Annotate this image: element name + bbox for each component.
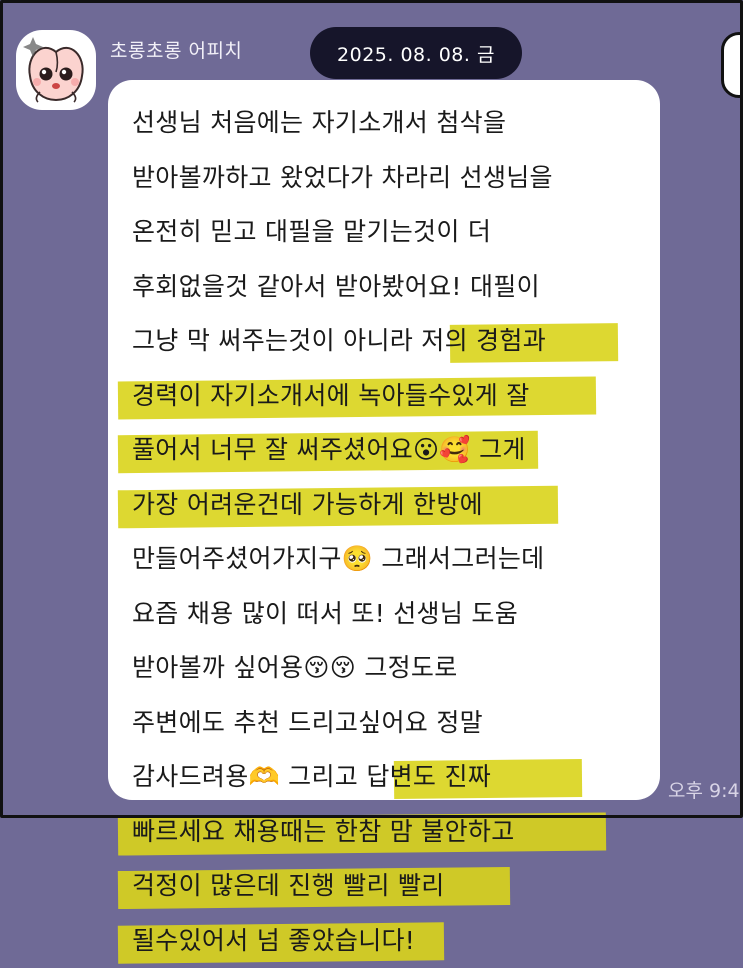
message-line: 만들어주셨어가지구🥺 그래서그러는데 — [132, 532, 553, 587]
apeach-character-icon — [16, 30, 96, 110]
message-line: 온전히 믿고 대필을 맡기는것이 더 — [132, 205, 553, 260]
message-line: 그냥 막 써주는것이 아니라 저의 경험과 — [132, 314, 553, 369]
message-time: 오후 9:4 — [668, 776, 740, 803]
profile-avatar[interactable] — [16, 30, 96, 110]
right-partial-bubble — [721, 32, 743, 98]
message-line: 주변에도 추천 드리고싶어요 정말 — [132, 696, 553, 751]
message-line: 선생님 처음에는 자기소개서 첨삭을 — [132, 96, 553, 151]
message-text: 선생님 처음에는 자기소개서 첨삭을 받아볼까하고 왔었다가 차라리 선생님을 … — [132, 96, 553, 968]
message-line: 받아볼까 싶어용😚😚 그정도로 — [132, 641, 553, 696]
message-line: 후회없을것 같아서 받아봤어요! 대필이 — [132, 260, 553, 315]
message-line: 요즘 채용 많이 떠서 또! 선생님 도움 — [132, 587, 553, 642]
date-label: 2025. 08. 08. 금 — [337, 40, 495, 67]
sender-name: 초롱초롱 어피치 — [110, 36, 242, 63]
message-line: 될수있어서 넘 좋았습니다! — [132, 914, 553, 968]
message-line: 풀어서 너무 잘 써주셨어요😮🥰 그게 — [132, 423, 553, 478]
message-line: 빠르세요 채용때는 한참 맘 불안하고 — [132, 805, 553, 860]
date-badge: 2025. 08. 08. 금 — [310, 27, 522, 79]
message-line: 걱정이 많은데 진행 빨리 빨리 — [132, 859, 553, 914]
message-line: 받아볼까하고 왔었다가 차라리 선생님을 — [132, 151, 553, 206]
message-line: 가장 어려운건데 가능하게 한방에 — [132, 478, 553, 533]
message-line: 경력이 자기소개서에 녹아들수있게 잘 — [132, 369, 553, 424]
message-line: 감사드려용🫶 그리고 답변도 진짜 — [132, 750, 553, 805]
